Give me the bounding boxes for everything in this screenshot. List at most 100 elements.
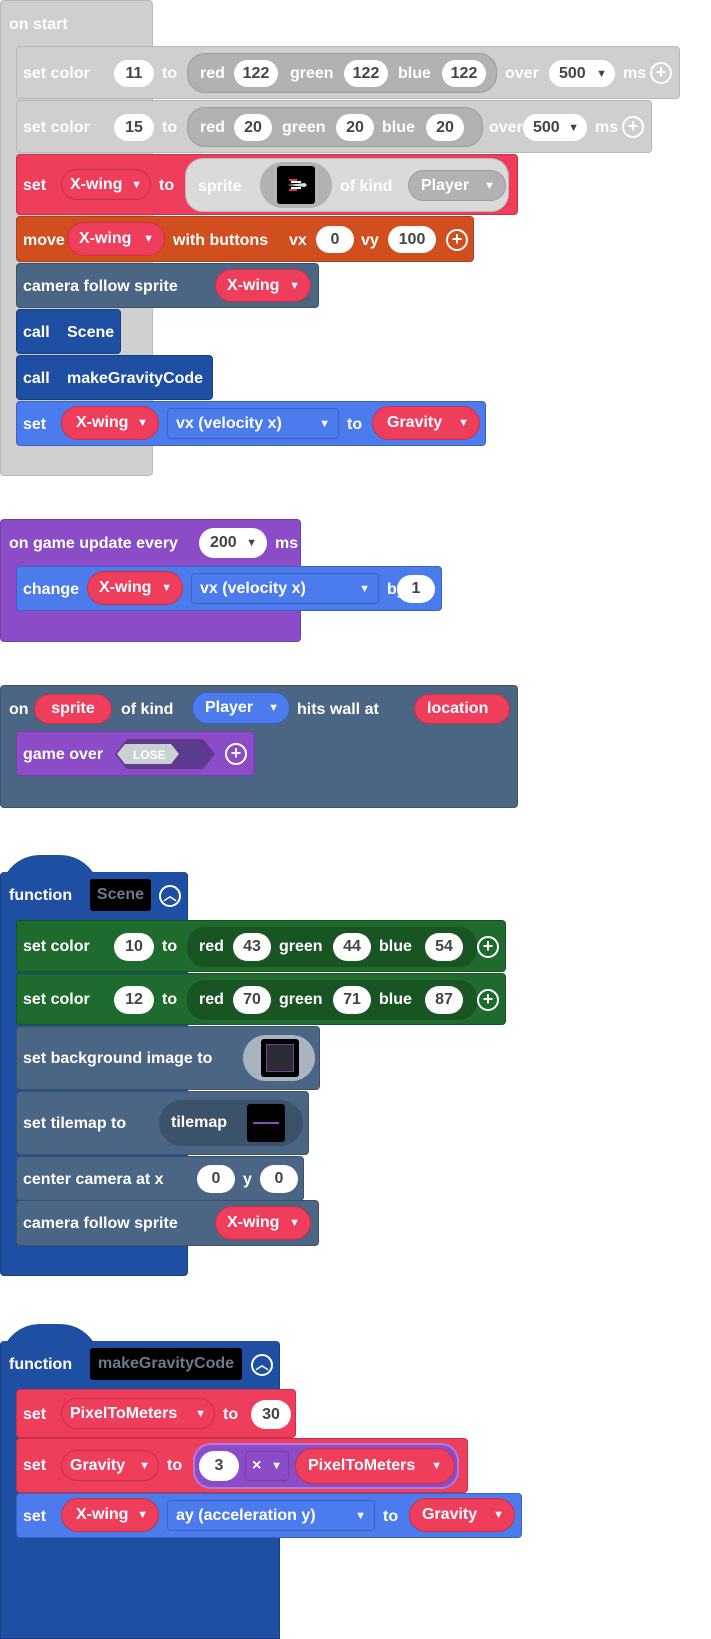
kind-dropdown[interactable]: Player ▼ <box>192 692 290 724</box>
sprite-of-kind-block[interactable]: sprite of kind Player ▼ <box>185 158 509 212</box>
value-variable[interactable]: Gravity ▼ <box>372 406 480 440</box>
set-tilemap-label: set tilemap to <box>23 1115 127 1132</box>
green-input[interactable]: 20 <box>336 114 374 141</box>
scene-camera-follow-block[interactable]: camera follow sprite X-wing ▼ <box>16 1200 319 1246</box>
set-label: set <box>23 1406 47 1423</box>
color-index-input[interactable]: 11 <box>114 60 154 87</box>
right-operand-variable[interactable]: PixelToMeters ▼ <box>295 1448 455 1484</box>
variable-dropdown[interactable]: X-wing ▼ <box>67 222 165 256</box>
collapse-chevron-icon[interactable]: ︿ <box>159 885 181 907</box>
set-tilemap-block[interactable]: set tilemap to tilemap <box>16 1091 309 1155</box>
red-input[interactable]: 20 <box>234 114 272 141</box>
scene-set-color-block-2[interactable]: set color 12 to red 70 green 71 blue 87 … <box>16 973 506 1025</box>
scene-set-color-block-1[interactable]: set color 10 to red 43 green 44 blue 54 … <box>16 920 506 972</box>
rgb-block[interactable]: red 20 green 20 blue 20 <box>187 107 483 147</box>
change-velocity-block[interactable]: change X-wing▼ vx (velocity x)▼ by 1 <box>16 566 442 611</box>
variable-dropdown[interactable]: X-wing ▼ <box>215 269 311 302</box>
expand-plus-icon[interactable]: + <box>650 62 672 84</box>
left-operand-input[interactable]: 3 <box>199 1451 239 1481</box>
x-input[interactable]: 0 <box>197 1165 235 1193</box>
property-dropdown[interactable]: vx (velocity x) ▼ <box>191 573 379 604</box>
blue-input[interactable]: 54 <box>425 933 463 961</box>
sprite-parameter[interactable]: sprite <box>34 694 112 724</box>
duration-value: 500 <box>533 118 560 136</box>
background-image-field[interactable] <box>243 1035 315 1081</box>
blue-input[interactable]: 87 <box>425 986 463 1014</box>
value-input[interactable]: 30 <box>251 1400 291 1429</box>
color-index-input[interactable]: 12 <box>114 986 154 1014</box>
set-sprite-block[interactable]: set X-wing ▼ to sprite of kind Player ▼ <box>16 154 518 215</box>
move-with-buttons-block[interactable]: move X-wing ▼ with buttons vx 0 vy 100 + <box>16 216 474 262</box>
interval-dropdown[interactable]: 200 ▼ <box>199 528 267 558</box>
variable-name: X-wing <box>76 414 129 431</box>
color-index-input[interactable]: 15 <box>114 114 154 141</box>
expand-plus-icon[interactable]: + <box>446 229 468 251</box>
vx-input[interactable]: 0 <box>316 226 354 253</box>
set-background-image-block[interactable]: set background image to <box>16 1026 320 1090</box>
y-input[interactable]: 0 <box>260 1165 298 1193</box>
expand-plus-icon[interactable]: + <box>622 116 644 138</box>
caret-down-icon: ▼ <box>143 233 154 245</box>
tilemap-field[interactable]: tilemap <box>159 1100 303 1146</box>
set-velocity-block[interactable]: set X-wing ▼ vx (velocity x) ▼ to Gravity ▼ <box>16 401 486 446</box>
multiply-block[interactable]: 3 × ▼ PixelToMeters ▼ <box>193 1443 459 1489</box>
rgb-block[interactable]: red 70 green 71 blue 87 <box>187 980 477 1020</box>
blue-input[interactable]: 20 <box>426 114 464 141</box>
amount-input[interactable]: 1 <box>397 575 435 603</box>
collapse-chevron-icon[interactable]: ︿ <box>251 1354 273 1376</box>
set-gravity-block[interactable]: set Gravity ▼ to 3 × ▼ PixelToMeters ▼ <box>16 1438 468 1493</box>
caret-down-icon: ▼ <box>271 1460 282 1472</box>
ms-label: ms <box>623 65 647 82</box>
variable-dropdown[interactable]: X-wing ▼ <box>61 406 159 440</box>
lose-hexagon[interactable] <box>115 738 217 770</box>
vy-input[interactable]: 100 <box>388 226 436 253</box>
location-parameter[interactable]: location <box>414 694 510 724</box>
expand-plus-icon[interactable]: + <box>225 743 247 765</box>
set-pixeltometers-block[interactable]: set PixelToMeters ▼ to 30 <box>16 1389 296 1438</box>
rgb-block[interactable]: red 43 green 44 blue 54 <box>187 927 477 967</box>
green-input[interactable]: 44 <box>333 933 371 961</box>
green-input[interactable]: 71 <box>333 986 371 1014</box>
property-dropdown[interactable]: ay (acceleration y) ▼ <box>167 1500 375 1531</box>
variable-dropdown[interactable]: PixelToMeters ▼ <box>61 1398 215 1429</box>
operator-dropdown[interactable]: × ▼ <box>245 1451 289 1481</box>
blue-input[interactable]: 122 <box>442 60 486 87</box>
function-name-field[interactable]: Scene <box>90 879 151 911</box>
call-scene-block[interactable]: call Scene <box>16 309 121 354</box>
function-name-field[interactable]: makeGravityCode <box>90 1348 242 1380</box>
center-camera-block[interactable]: center camera at x 0 y 0 <box>16 1156 304 1201</box>
value-variable[interactable]: Gravity ▼ <box>409 1498 515 1532</box>
caret-down-icon: ▼ <box>355 1509 366 1522</box>
variable-dropdown[interactable]: X-wing ▼ <box>215 1206 311 1240</box>
property-dropdown[interactable]: vx (velocity x) ▼ <box>167 408 339 439</box>
color-index-input[interactable]: 10 <box>114 933 154 961</box>
blue-label: blue <box>379 991 412 1008</box>
camera-follow-label: camera follow sprite <box>23 278 178 295</box>
property-name: vx (velocity x) <box>176 414 282 432</box>
red-input[interactable]: 43 <box>233 933 271 961</box>
duration-dropdown[interactable]: 500 ▼ <box>523 114 587 141</box>
sprite-image-field[interactable] <box>260 162 332 208</box>
center-camera-label: center camera at x <box>23 1171 164 1188</box>
variable-dropdown[interactable]: Gravity ▼ <box>61 1450 159 1481</box>
caret-down-icon: ▼ <box>268 702 279 714</box>
expand-plus-icon[interactable]: + <box>477 989 499 1011</box>
set-color-block-2[interactable]: set color 15 to red 20 green 20 blue 20 … <box>16 100 652 153</box>
duration-dropdown[interactable]: 500 ▼ <box>549 60 615 87</box>
camera-follow-block[interactable]: camera follow sprite X-wing ▼ <box>16 263 319 308</box>
call-gravity-block[interactable]: call makeGravityCode <box>16 355 213 400</box>
red-input[interactable]: 70 <box>233 986 271 1014</box>
kind-dropdown[interactable]: Player ▼ <box>408 170 506 201</box>
set-acceleration-block[interactable]: set X-wing ▼ ay (acceleration y) ▼ to Grav… <box>16 1493 522 1538</box>
green-label: green <box>290 65 334 82</box>
variable-dropdown[interactable]: X-wing ▼ <box>61 169 151 200</box>
game-over-block[interactable]: game over LOSE + <box>16 731 255 776</box>
expand-plus-icon[interactable]: + <box>477 936 499 958</box>
set-color-block-1[interactable]: set color 11 to red 122 green 122 blue 1… <box>16 46 680 99</box>
rgb-block[interactable]: red 122 green 122 blue 122 <box>187 53 497 93</box>
variable-dropdown[interactable]: X-wing ▼ <box>61 1498 159 1532</box>
green-input[interactable]: 122 <box>344 60 388 87</box>
red-input[interactable]: 122 <box>234 60 278 87</box>
variable-dropdown[interactable]: X-wing ▼ <box>87 571 183 605</box>
tilemap-line <box>253 1122 279 1124</box>
